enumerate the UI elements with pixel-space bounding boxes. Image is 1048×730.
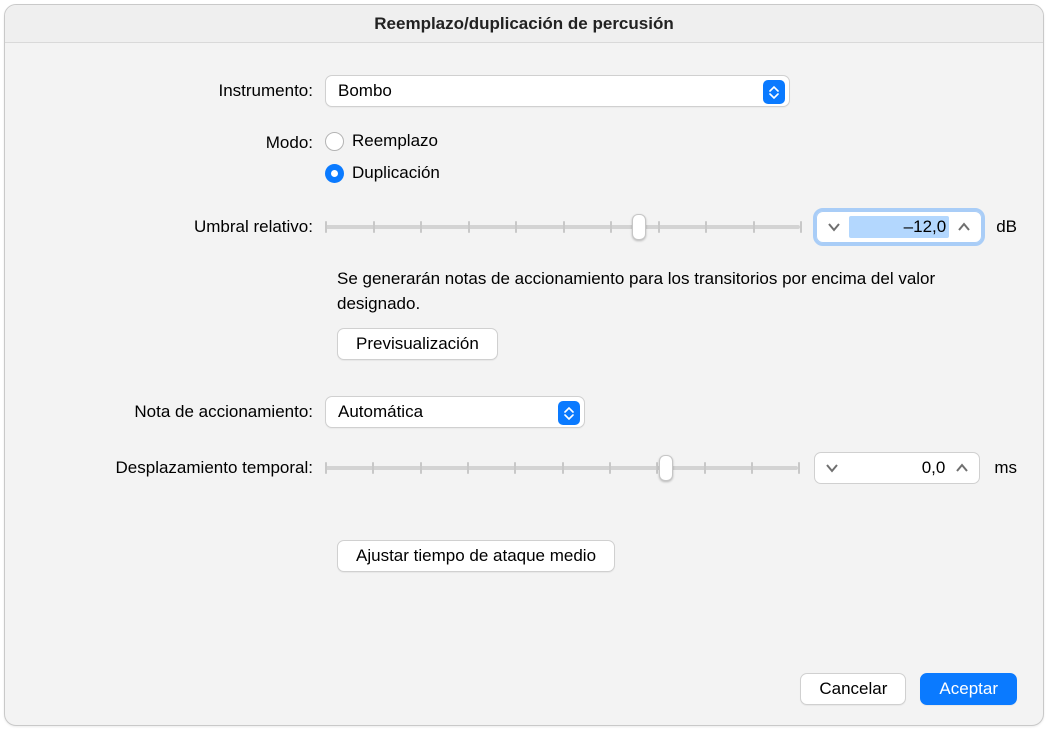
stepper-down-icon[interactable] bbox=[823, 216, 845, 238]
radio-icon bbox=[325, 132, 344, 151]
timing-offset-label: Desplazamiento temporal: bbox=[31, 458, 325, 478]
mode-replace-label: Reemplazo bbox=[352, 131, 438, 151]
slider-thumb-icon[interactable] bbox=[659, 455, 673, 481]
mode-row: Modo: Reemplazo Duplicación bbox=[31, 131, 1017, 189]
cancel-button[interactable]: Cancelar bbox=[800, 673, 906, 705]
stepper-up-icon[interactable] bbox=[953, 216, 975, 238]
trigger-note-value: Automática bbox=[338, 402, 423, 422]
threshold-label: Umbral relativo: bbox=[31, 217, 325, 237]
stepper-up-icon[interactable] bbox=[951, 457, 973, 479]
mode-double-label: Duplicación bbox=[352, 163, 440, 183]
instrument-popup[interactable]: Bombo bbox=[325, 75, 790, 107]
timing-offset-value[interactable]: 0,0 bbox=[847, 458, 947, 478]
threshold-slider[interactable] bbox=[325, 213, 800, 241]
ok-button[interactable]: Aceptar bbox=[920, 673, 1017, 705]
threshold-helper: Se generarán notas de accionamiento para… bbox=[337, 267, 1017, 316]
chevron-up-down-icon bbox=[558, 401, 580, 425]
timing-offset-slider[interactable] bbox=[325, 454, 798, 482]
radio-selected-icon bbox=[325, 164, 344, 183]
instrument-label: Instrumento: bbox=[31, 81, 325, 101]
trigger-note-row: Nota de accionamiento: Automática bbox=[31, 396, 1017, 428]
timing-offset-row: Desplazamiento temporal: bbox=[31, 452, 1017, 484]
instrument-row: Instrumento: Bombo bbox=[31, 75, 1017, 107]
mode-double-option[interactable]: Duplicación bbox=[325, 163, 440, 183]
mode-replace-option[interactable]: Reemplazo bbox=[325, 131, 438, 151]
timing-offset-unit: ms bbox=[994, 458, 1017, 478]
stepper-down-icon[interactable] bbox=[821, 457, 843, 479]
mode-label: Modo: bbox=[31, 131, 325, 153]
threshold-row: Umbral relativo: bbox=[31, 211, 1017, 243]
chevron-up-down-icon bbox=[763, 80, 785, 104]
slider-thumb-icon[interactable] bbox=[632, 214, 646, 240]
instrument-value: Bombo bbox=[338, 81, 392, 101]
footer: Cancelar Aceptar bbox=[31, 655, 1017, 705]
threshold-unit: dB bbox=[996, 217, 1017, 237]
attack-time-button[interactable]: Ajustar tiempo de ataque medio bbox=[337, 540, 615, 572]
trigger-note-label: Nota de accionamiento: bbox=[31, 402, 325, 422]
dialog-window: Reemplazo/duplicación de percusión Instr… bbox=[4, 4, 1044, 726]
threshold-stepper[interactable]: –12,0 bbox=[816, 211, 982, 243]
titlebar: Reemplazo/duplicación de percusión bbox=[5, 5, 1043, 43]
prelisten-button[interactable]: Previsualización bbox=[337, 328, 498, 360]
trigger-note-popup[interactable]: Automática bbox=[325, 396, 585, 428]
dialog-content: Instrumento: Bombo Modo: Reemplazo bbox=[5, 43, 1043, 725]
timing-offset-stepper[interactable]: 0,0 bbox=[814, 452, 980, 484]
dialog-title: Reemplazo/duplicación de percusión bbox=[374, 14, 673, 34]
threshold-value[interactable]: –12,0 bbox=[849, 216, 949, 238]
